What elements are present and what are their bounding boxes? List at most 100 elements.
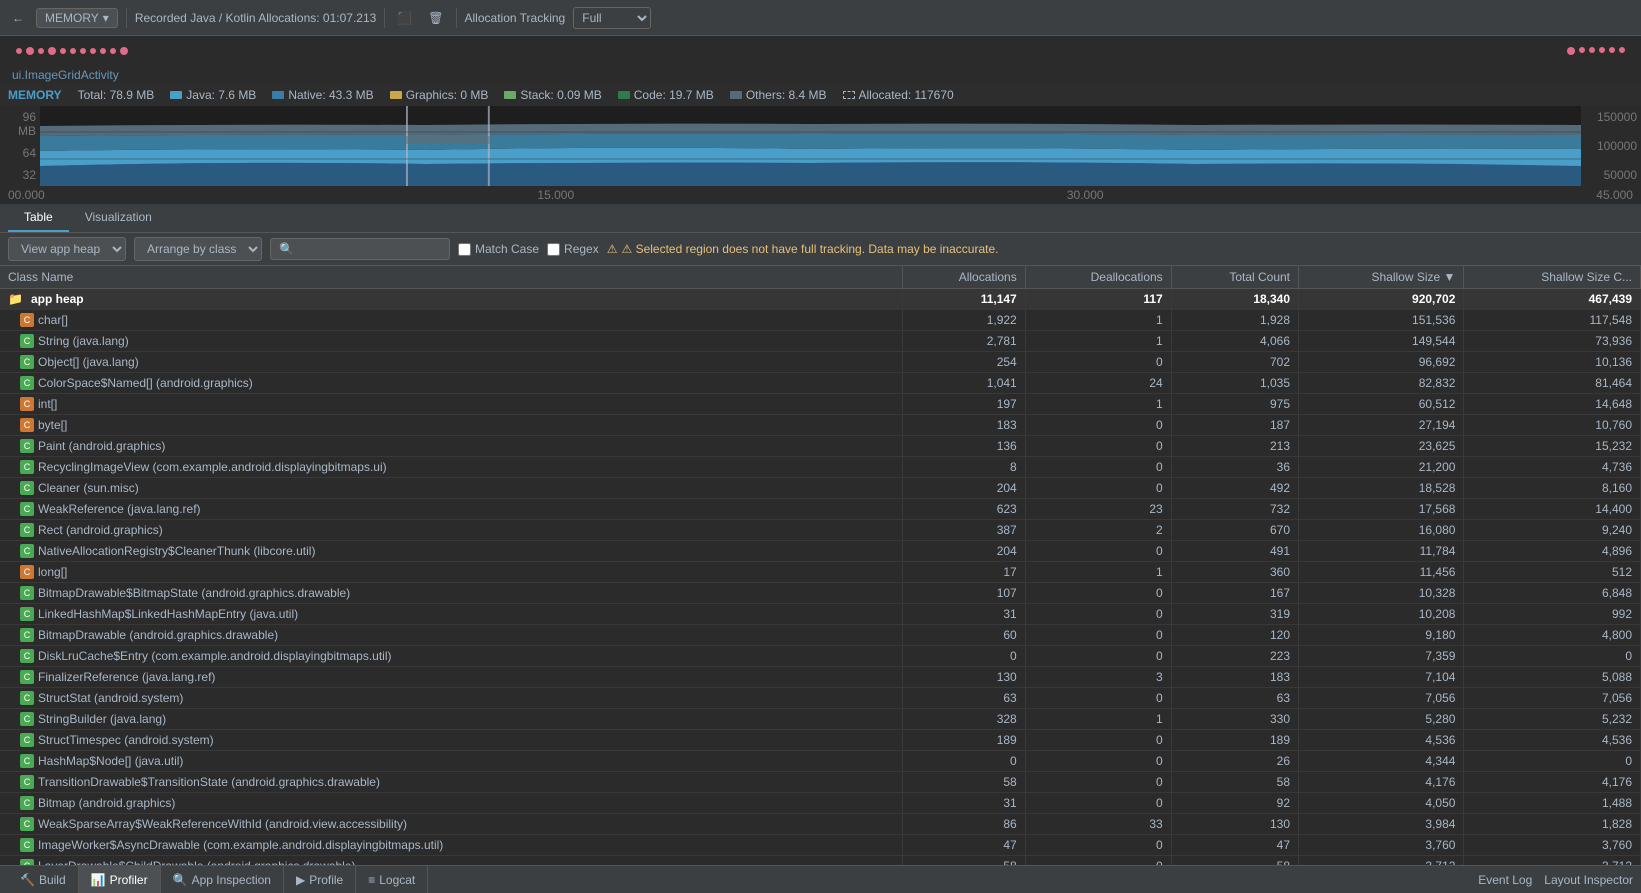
- table-row[interactable]: C WeakSparseArray$WeakReferenceWithId (a…: [0, 814, 1641, 835]
- allocations-cell: 11,147: [902, 289, 1025, 310]
- class-name-text: BitmapDrawable (android.graphics.drawabl…: [38, 628, 278, 642]
- others-swatch: [730, 91, 742, 99]
- class-name-cell: C Object[] (java.lang): [0, 352, 902, 373]
- search-input[interactable]: [270, 238, 450, 260]
- class-name-cell: C WeakReference (java.lang.ref): [0, 499, 902, 520]
- match-case-checkbox[interactable]: [458, 243, 471, 256]
- class-name-cell: C FinalizerReference (java.lang.ref): [0, 667, 902, 688]
- layout-inspector-link[interactable]: Layout Inspector: [1544, 873, 1633, 887]
- table-row[interactable]: C Paint (android.graphics) 136 0 213 23,…: [0, 436, 1641, 457]
- bottom-tab-profile[interactable]: ▶ Profile: [284, 866, 356, 893]
- col-total-count[interactable]: Total Count: [1171, 266, 1298, 289]
- class-icon: C: [20, 418, 34, 432]
- table-row[interactable]: C DiskLruCache$Entry (com.example.androi…: [0, 646, 1641, 667]
- table-row[interactable]: C LayerDrawable$ChildDrawable (android.g…: [0, 856, 1641, 866]
- table-row[interactable]: C StructTimespec (android.system) 189 0 …: [0, 730, 1641, 751]
- table-row[interactable]: C BitmapDrawable (android.graphics.drawa…: [0, 625, 1641, 646]
- deallocations-cell: 0: [1025, 751, 1171, 772]
- back-button[interactable]: ←: [8, 9, 28, 27]
- stop-button[interactable]: ⬛: [393, 9, 416, 27]
- allocations-cell: 31: [902, 604, 1025, 625]
- dot-1: [16, 48, 22, 54]
- total-count-cell: 167: [1171, 583, 1298, 604]
- table-row[interactable]: C Object[] (java.lang) 254 0 702 96,692 …: [0, 352, 1641, 373]
- table-row[interactable]: C long[] 17 1 360 11,456 512: [0, 562, 1641, 583]
- table-row[interactable]: C int[] 197 1 975 60,512 14,648: [0, 394, 1641, 415]
- logcat-icon: ≡: [368, 873, 375, 887]
- match-case-label[interactable]: Match Case: [458, 242, 539, 256]
- tab-table[interactable]: Table: [8, 204, 69, 232]
- deallocations-cell: 0: [1025, 457, 1171, 478]
- dot-r1: [1567, 47, 1575, 55]
- native-item: Native: 43.3 MB: [272, 88, 373, 102]
- record-text: Recorded Java / Kotlin Allocations: 01:0…: [135, 11, 377, 25]
- class-name-text: BitmapDrawable$BitmapState (android.grap…: [38, 586, 350, 600]
- deallocations-cell: 0: [1025, 646, 1171, 667]
- delete-button[interactable]: 🗑: [424, 9, 447, 27]
- class-icon: C: [20, 607, 34, 621]
- col-deallocations[interactable]: Deallocations: [1025, 266, 1171, 289]
- bottom-tab-app-inspection[interactable]: 🔍 App Inspection: [161, 866, 284, 893]
- table-row[interactable]: C byte[] 183 0 187 27,194 10,760: [0, 415, 1641, 436]
- deallocations-cell: 0: [1025, 625, 1171, 646]
- bottom-tab-build[interactable]: 🔨 Build: [8, 866, 79, 893]
- right-dots: [1567, 47, 1625, 55]
- table-row[interactable]: C TransitionDrawable$TransitionState (an…: [0, 772, 1641, 793]
- allocations-cell: 31: [902, 793, 1025, 814]
- regex-label[interactable]: Regex: [547, 242, 599, 256]
- event-log-link[interactable]: Event Log: [1478, 873, 1532, 887]
- class-name-text: Object[] (java.lang): [38, 355, 139, 369]
- table-row[interactable]: C Rect (android.graphics) 387 2 670 16,0…: [0, 520, 1641, 541]
- shallow-size-c-cell: 3,712: [1464, 856, 1641, 866]
- chart-canvas[interactable]: [40, 106, 1581, 186]
- table-row[interactable]: 📁 app heap 11,147 117 18,340 920,702 467…: [0, 289, 1641, 310]
- table-row[interactable]: C Cleaner (sun.misc) 204 0 492 18,528 8,…: [0, 478, 1641, 499]
- folder-icon: 📁: [8, 292, 23, 306]
- table-row[interactable]: C LinkedHashMap$LinkedHashMapEntry (java…: [0, 604, 1641, 625]
- arrange-select[interactable]: Arrange by class: [134, 237, 262, 261]
- tab-visualization[interactable]: Visualization: [69, 204, 168, 232]
- class-icon: C: [20, 376, 34, 390]
- col-shallow-size-c[interactable]: Shallow Size C...: [1464, 266, 1641, 289]
- memory-title: MEMORY: [8, 88, 62, 102]
- regex-checkbox[interactable]: [547, 243, 560, 256]
- table-row[interactable]: C HashMap$Node[] (java.util) 0 0 26 4,34…: [0, 751, 1641, 772]
- table-row[interactable]: C ColorSpace$Named[] (android.graphics) …: [0, 373, 1641, 394]
- class-name-cell: C TransitionDrawable$TransitionState (an…: [0, 772, 902, 793]
- view-heap-select[interactable]: View app heap: [8, 237, 126, 261]
- shallow-size-cell: 27,194: [1299, 415, 1464, 436]
- table-row[interactable]: C String (java.lang) 2,781 1 4,066 149,5…: [0, 331, 1641, 352]
- dot-2: [26, 47, 34, 55]
- table-row[interactable]: C FinalizerReference (java.lang.ref) 130…: [0, 667, 1641, 688]
- profiler-label: Profiler: [110, 873, 148, 887]
- deallocations-cell: 1: [1025, 331, 1171, 352]
- col-class-name[interactable]: Class Name: [0, 266, 902, 289]
- allocations-cell: 189: [902, 730, 1025, 751]
- table-row[interactable]: C ImageWorker$AsyncDrawable (com.example…: [0, 835, 1641, 856]
- data-table-container[interactable]: Class Name Allocations Deallocations Tot…: [0, 266, 1641, 865]
- col-allocations[interactable]: Allocations: [902, 266, 1025, 289]
- shallow-size-cell: 4,050: [1299, 793, 1464, 814]
- table-row[interactable]: C BitmapDrawable$BitmapState (android.gr…: [0, 583, 1641, 604]
- table-row[interactable]: C RecyclingImageView (com.example.androi…: [0, 457, 1641, 478]
- table-row[interactable]: C StructStat (android.system) 63 0 63 7,…: [0, 688, 1641, 709]
- table-row[interactable]: C Bitmap (android.graphics) 31 0 92 4,05…: [0, 793, 1641, 814]
- table-row[interactable]: C NativeAllocationRegistry$CleanerThunk …: [0, 541, 1641, 562]
- col-shallow-size[interactable]: Shallow Size ▼: [1299, 266, 1464, 289]
- deallocations-cell: 0: [1025, 352, 1171, 373]
- class-name-text: Rect (android.graphics): [38, 523, 163, 537]
- total-count-cell: 58: [1171, 772, 1298, 793]
- shallow-size-c-cell: 4,800: [1464, 625, 1641, 646]
- app-inspection-label: App Inspection: [192, 873, 271, 887]
- allocations-cell: 1,922: [902, 310, 1025, 331]
- table-row[interactable]: C WeakReference (java.lang.ref) 623 23 7…: [0, 499, 1641, 520]
- table-row[interactable]: C char[] 1,922 1 1,928 151,536 117,548: [0, 310, 1641, 331]
- bottom-tab-logcat[interactable]: ≡ Logcat: [356, 866, 428, 893]
- class-name-cell: C RecyclingImageView (com.example.androi…: [0, 457, 902, 478]
- dot-9: [100, 48, 106, 54]
- table-row[interactable]: C StringBuilder (java.lang) 328 1 330 5,…: [0, 709, 1641, 730]
- tracking-mode-select[interactable]: Full Sampled None: [573, 7, 651, 29]
- class-icon: C: [20, 670, 34, 684]
- bottom-tab-profiler[interactable]: 📊 Profiler: [79, 866, 161, 893]
- memory-dropdown[interactable]: MEMORY ▾: [36, 8, 118, 28]
